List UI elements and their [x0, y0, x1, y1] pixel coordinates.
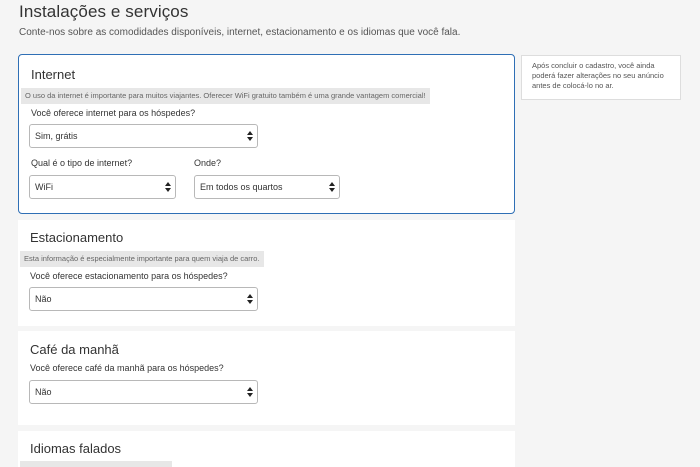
parking-value: Não — [35, 294, 52, 304]
parking-title: Estacionamento — [30, 230, 124, 245]
internet-title: Internet — [31, 67, 76, 82]
internet-where-value: Em todos os quartos — [200, 182, 283, 192]
internet-offer-select[interactable]: Sim, grátis — [29, 124, 258, 148]
languages-title: Idiomas falados — [30, 441, 122, 456]
internet-type-value: WiFi — [35, 182, 53, 192]
breakfast-title: Café da manhã — [30, 342, 119, 357]
internet-where-select[interactable]: Em todos os quartos — [194, 175, 340, 199]
internet-section: Internet O uso da internet é importante … — [18, 54, 515, 214]
breakfast-select[interactable]: Não — [29, 380, 258, 404]
internet-where-label: Onde? — [194, 158, 222, 168]
select-caret-icon — [247, 294, 253, 304]
languages-hint-bar — [20, 461, 172, 467]
internet-offer-label: Você oferece internet para os hóspedes? — [31, 108, 196, 118]
parking-section: Estacionamento Esta informação é especia… — [18, 220, 515, 326]
side-note: Após concluir o cadastro, você ainda pod… — [521, 55, 681, 100]
page-title: Instalações e serviços — [19, 2, 189, 21]
languages-section: Idiomas falados — [18, 431, 515, 467]
internet-offer-value: Sim, grátis — [35, 131, 78, 141]
select-caret-icon — [247, 387, 253, 397]
select-caret-icon — [165, 182, 171, 192]
parking-hint: Esta informação é especialmente importan… — [20, 251, 264, 267]
internet-type-label: Qual é o tipo de internet? — [31, 158, 133, 168]
page-subtitle: Conte-nos sobre as comodidades disponíve… — [19, 27, 461, 38]
breakfast-section: Café da manhã Você oferece café da manhã… — [18, 331, 515, 425]
internet-hint: O uso da internet é importante para muit… — [21, 88, 430, 104]
select-caret-icon — [247, 131, 253, 141]
parking-label: Você oferece estacionamento para os hósp… — [30, 271, 228, 281]
internet-type-select[interactable]: WiFi — [29, 175, 176, 199]
breakfast-label: Você oferece café da manhã para os hóspe… — [30, 363, 224, 373]
select-caret-icon — [329, 182, 335, 192]
breakfast-value: Não — [35, 387, 52, 397]
parking-select[interactable]: Não — [29, 287, 258, 311]
